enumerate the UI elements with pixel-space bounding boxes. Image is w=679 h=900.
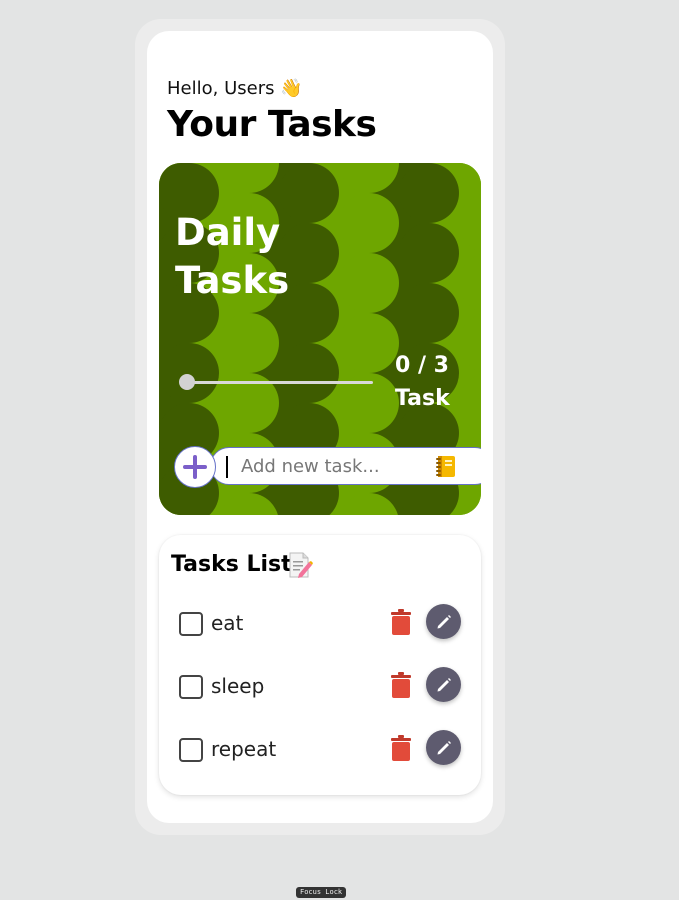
greeting-text: Hello, Users 👋 <box>167 78 303 99</box>
page-title: Your Tasks <box>167 104 377 145</box>
pattern-bump <box>339 193 399 253</box>
edit-task-button[interactable] <box>426 667 461 702</box>
phone-frame: Hello, Users 👋 Your Tasks Daily Tasks 0 … <box>135 19 505 835</box>
progress-count: 0 / 3 <box>395 353 449 378</box>
trash-icon[interactable] <box>390 672 412 698</box>
task-checkbox[interactable] <box>179 738 203 762</box>
tasks-list-title: Tasks List <box>171 552 292 577</box>
pattern-bump <box>339 313 399 373</box>
plus-icon <box>183 455 207 479</box>
pattern-bump <box>339 253 399 313</box>
edit-task-button[interactable] <box>426 730 461 765</box>
tasks-list-card: Tasks List eat sleep repeat <box>159 535 481 795</box>
memo-icon <box>289 552 313 578</box>
progress-bar <box>179 374 373 390</box>
edit-task-button[interactable] <box>426 604 461 639</box>
focus-lock-badge: Focus Lock <box>296 887 347 898</box>
trash-icon[interactable] <box>390 735 412 761</box>
app-screen: Hello, Users 👋 Your Tasks Daily Tasks 0 … <box>147 31 493 823</box>
daily-tasks-card: Daily Tasks 0 / 3 Task <box>159 163 481 515</box>
task-label: eat <box>211 611 244 635</box>
pencil-icon <box>437 677 451 691</box>
task-row: repeat <box>159 730 481 771</box>
pattern-bump <box>279 343 339 403</box>
card-title-line2: Tasks <box>175 259 290 302</box>
notebook-icon <box>436 456 455 477</box>
card-title: Daily Tasks <box>175 209 289 305</box>
task-checkbox[interactable] <box>179 612 203 636</box>
trash-icon[interactable] <box>390 609 412 635</box>
text-caret <box>226 456 228 478</box>
task-label: sleep <box>211 674 265 698</box>
card-title-line1: Daily <box>175 211 281 254</box>
pencil-icon <box>437 614 451 628</box>
progress-knob <box>179 374 195 390</box>
pattern-bump <box>219 313 279 373</box>
pattern-bump <box>399 283 459 343</box>
progress-unit-label: Task <box>395 386 450 411</box>
add-task-row <box>174 446 481 488</box>
add-task-button[interactable] <box>174 446 216 488</box>
task-label: repeat <box>211 737 277 761</box>
pencil-icon <box>437 740 451 754</box>
task-checkbox[interactable] <box>179 675 203 699</box>
pattern-bump <box>159 343 219 403</box>
task-row: sleep <box>159 667 481 708</box>
pattern-bump <box>399 223 459 283</box>
task-row: eat <box>159 604 481 645</box>
pattern-bump <box>399 163 459 223</box>
